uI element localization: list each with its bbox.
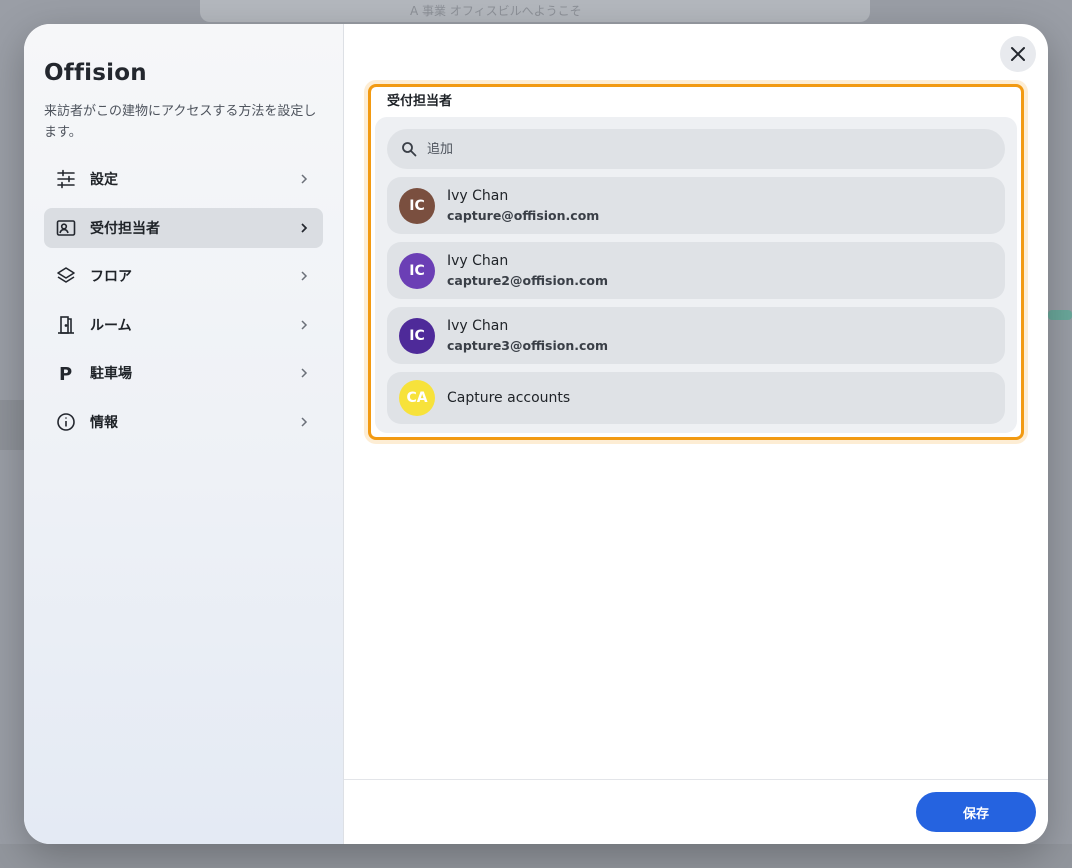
background-header: A 事業 オフィスビルへようこそ — [200, 0, 870, 22]
close-icon — [1011, 47, 1025, 61]
sidebar-item-label: 設定 — [90, 172, 118, 188]
settings-modal: Offision 来訪者がこの建物にアクセスする方法を設定します。 設定 受付担… — [24, 24, 1048, 844]
person-name: Ivy Chan — [447, 253, 509, 269]
sidebar-nav: 設定 受付担当者 フロア ルーム P 駐車場 情報 — [44, 159, 323, 442]
layers-icon — [56, 266, 76, 286]
list-item[interactable]: IC Ivy Chan capture@offision.com — [387, 177, 1005, 234]
main-content: 受付担当者 IC Ivy Chan capture@offision.com — [344, 24, 1048, 844]
add-receptionist-search[interactable] — [387, 129, 1005, 169]
sidebar-subtitle: 来訪者がこの建物にアクセスする方法を設定します。 — [44, 104, 317, 140]
chevron-right-icon — [301, 222, 308, 233]
background-header-text: A 事業 オフィスビルへようこそ — [410, 4, 582, 18]
svg-text:P: P — [59, 364, 72, 383]
search-icon — [402, 142, 417, 157]
sidebar-item-floors[interactable]: フロア — [44, 256, 323, 296]
sidebar-item-info[interactable]: 情報 — [44, 402, 323, 442]
sidebar-item-parking[interactable]: P 駐車場 — [44, 353, 323, 393]
list-item[interactable]: IC Ivy Chan capture3@offision.com — [387, 307, 1005, 364]
person-email: capture2@offision.com — [447, 273, 609, 288]
close-button[interactable] — [1000, 36, 1036, 72]
background-footer — [0, 844, 1072, 868]
list-item[interactable]: CA Capture accounts — [387, 372, 1005, 424]
save-button[interactable]: 保存 — [916, 792, 1036, 832]
panel-title: 受付担当者 — [387, 94, 453, 109]
avatar: IC — [399, 252, 435, 289]
sidebar-item-rooms[interactable]: ルーム — [44, 305, 323, 345]
brand-title: Offision — [44, 60, 147, 86]
sidebar-item-receptionists[interactable]: 受付担当者 — [44, 207, 323, 248]
search-input[interactable] — [427, 141, 991, 157]
sliders-icon — [56, 169, 76, 189]
modal-footer: 保存 — [344, 779, 1048, 844]
receptionists-panel: 受付担当者 IC Ivy Chan capture@offision.com — [368, 84, 1024, 440]
chevron-right-icon — [301, 271, 308, 281]
person-name: Ivy Chan — [447, 318, 509, 334]
list-item[interactable]: IC Ivy Chan capture2@offision.com — [387, 242, 1005, 299]
sidebar: Offision 来訪者がこの建物にアクセスする方法を設定します。 設定 受付担… — [24, 24, 344, 844]
person-email: capture@offision.com — [447, 208, 600, 223]
sidebar-item-label: ルーム — [90, 317, 132, 334]
sidebar-item-label: フロア — [90, 269, 132, 286]
door-icon — [56, 315, 76, 335]
chevron-right-icon — [301, 368, 308, 378]
chevron-right-icon — [301, 417, 308, 427]
parking-icon: P — [56, 363, 76, 383]
sidebar-item-label: 情報 — [90, 414, 118, 431]
person-name: Ivy Chan — [447, 188, 509, 204]
background-accent — [1048, 310, 1072, 320]
avatar: IC — [399, 187, 435, 224]
chevron-right-icon — [301, 174, 308, 184]
avatar: CA — [399, 380, 435, 416]
person-name: Capture accounts — [447, 390, 571, 406]
sidebar-item-settings[interactable]: 設定 — [44, 159, 323, 199]
sidebar-item-label: 駐車場 — [90, 366, 132, 383]
contact-card-icon — [56, 218, 76, 238]
receptionists-list-container: IC Ivy Chan capture@offision.com IC Ivy … — [375, 117, 1017, 433]
avatar: IC — [399, 317, 435, 354]
chevron-right-icon — [301, 320, 308, 330]
info-icon — [56, 412, 76, 432]
sidebar-item-label: 受付担当者 — [90, 220, 160, 237]
person-email: capture3@offision.com — [447, 338, 609, 353]
